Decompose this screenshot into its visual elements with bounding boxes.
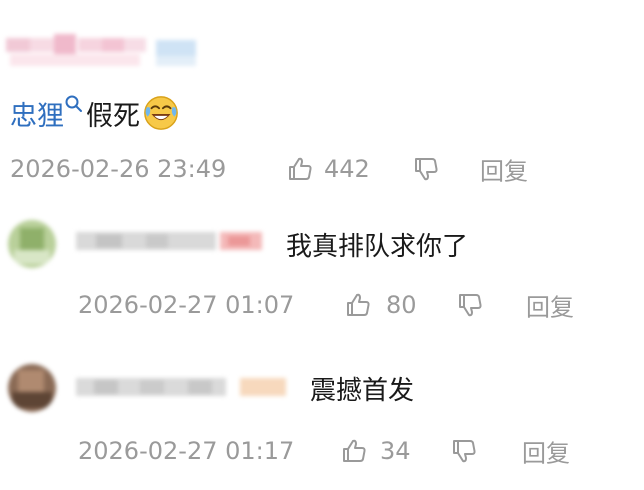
thumbs-down-icon[interactable] [456,291,484,319]
thumbs-down-icon[interactable] [412,155,440,183]
timestamp: 2026-02-26 23:49 [10,155,227,183]
comment-thread: 忠狸 假死 2026-02-26 23:49 442 回复 我真排队求你了 20… [0,0,644,490]
main-comment-text: 假死 [86,100,140,132]
reply-button[interactable]: 回复 [522,434,570,469]
thumbs-up-icon[interactable] [340,437,368,465]
like-count: 34 [380,437,411,465]
avatar[interactable] [8,364,56,412]
thumbs-up-icon[interactable] [286,155,314,183]
laughing-crying-face-icon [144,96,178,130]
main-comment-content: 忠狸 假死 [10,93,180,133]
avatar[interactable] [8,220,56,268]
reply-meta: 2026-02-27 01:07 80 回复 [78,288,638,322]
like-count: 442 [324,155,370,183]
reply-button[interactable]: 回复 [526,288,574,323]
thumbs-down-icon[interactable] [450,437,478,465]
username-blurred[interactable] [76,374,288,404]
thumbs-up-icon[interactable] [344,291,372,319]
reply-text: 我真排队求你了 [286,232,469,262]
timestamp: 2026-02-27 01:07 [78,291,295,319]
like-count: 80 [386,291,417,319]
reply-text: 震撼首发 [310,376,415,406]
timestamp: 2026-02-27 01:17 [78,437,295,465]
reply-meta: 2026-02-27 01:17 34 回复 [78,434,638,468]
mention-link[interactable]: 忠狸 [10,94,64,133]
main-comment-meta: 2026-02-26 23:49 442 回复 [10,152,630,186]
username-blurred[interactable] [6,34,196,70]
username-blurred[interactable] [76,228,264,258]
reply-button[interactable]: 回复 [480,152,528,187]
at-mention-icon [65,95,82,112]
